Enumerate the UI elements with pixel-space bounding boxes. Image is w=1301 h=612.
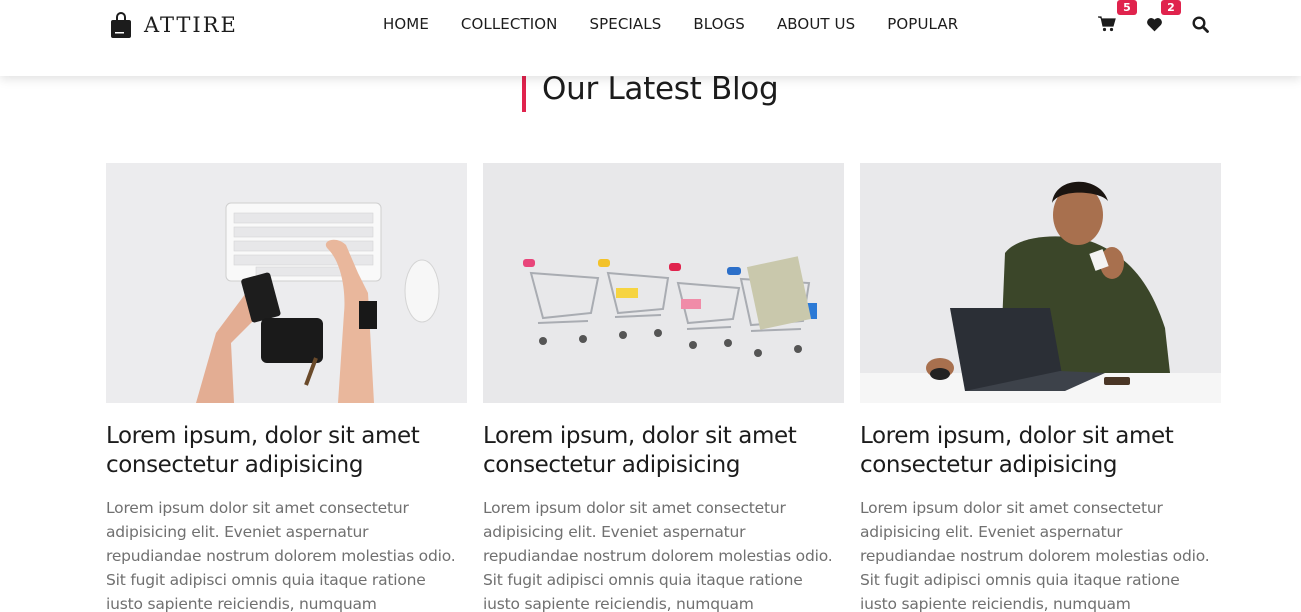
heart-icon <box>1146 17 1162 31</box>
wishlist-count-badge: 2 <box>1161 0 1181 15</box>
blog-title[interactable]: Lorem ipsum, dolor sit amet consectetur … <box>483 422 844 480</box>
main-nav: HOME COLLECTION SPECIALS BLOGS ABOUT US … <box>383 15 958 33</box>
nav-collection[interactable]: COLLECTION <box>461 15 558 33</box>
blog-excerpt: Lorem ipsum dolor sit amet consectetur a… <box>483 499 833 612</box>
blog-card[interactable]: Lorem ipsum, dolor sit amet consectetur … <box>106 163 467 612</box>
brand-name: ATTIRE <box>144 13 238 37</box>
brand[interactable]: ATTIRE <box>110 10 238 40</box>
nav-about-us[interactable]: ABOUT US <box>777 15 855 33</box>
blog-image-shopping-carts[interactable] <box>483 163 844 403</box>
blog-excerpt: Lorem ipsum dolor sit amet consectetur a… <box>860 499 1210 612</box>
nav-home[interactable]: HOME <box>383 15 429 33</box>
bag-logo-icon <box>111 12 131 38</box>
blog-image-online-shopper[interactable] <box>860 163 1221 403</box>
blog-card[interactable]: Lorem ipsum, dolor sit amet consectetur … <box>483 163 844 612</box>
blog-card[interactable]: Lorem ipsum, dolor sit amet consectetur … <box>860 163 1221 612</box>
site-header: ATTIRE HOME COLLECTION SPECIALS BLOGS AB… <box>0 0 1301 76</box>
search-icon <box>1191 15 1209 33</box>
nav-blogs[interactable]: BLOGS <box>693 15 745 33</box>
nav-popular[interactable]: POPULAR <box>887 15 958 33</box>
wishlist-button[interactable]: 2 <box>1144 0 1181 36</box>
cart-count-badge: 5 <box>1117 0 1137 15</box>
section-title: Our Latest Blog <box>522 72 779 112</box>
nav-specials[interactable]: SPECIALS <box>589 15 661 33</box>
blog-image-card-payment[interactable] <box>106 163 467 403</box>
blog-excerpt: Lorem ipsum dolor sit amet consectetur a… <box>106 499 456 612</box>
blog-title[interactable]: Lorem ipsum, dolor sit amet consectetur … <box>106 422 467 480</box>
cart-icon <box>1098 16 1116 32</box>
search-button[interactable] <box>1190 12 1210 36</box>
cart-button[interactable]: 5 <box>1097 0 1137 36</box>
blog-title[interactable]: Lorem ipsum, dolor sit amet consectetur … <box>860 422 1221 480</box>
